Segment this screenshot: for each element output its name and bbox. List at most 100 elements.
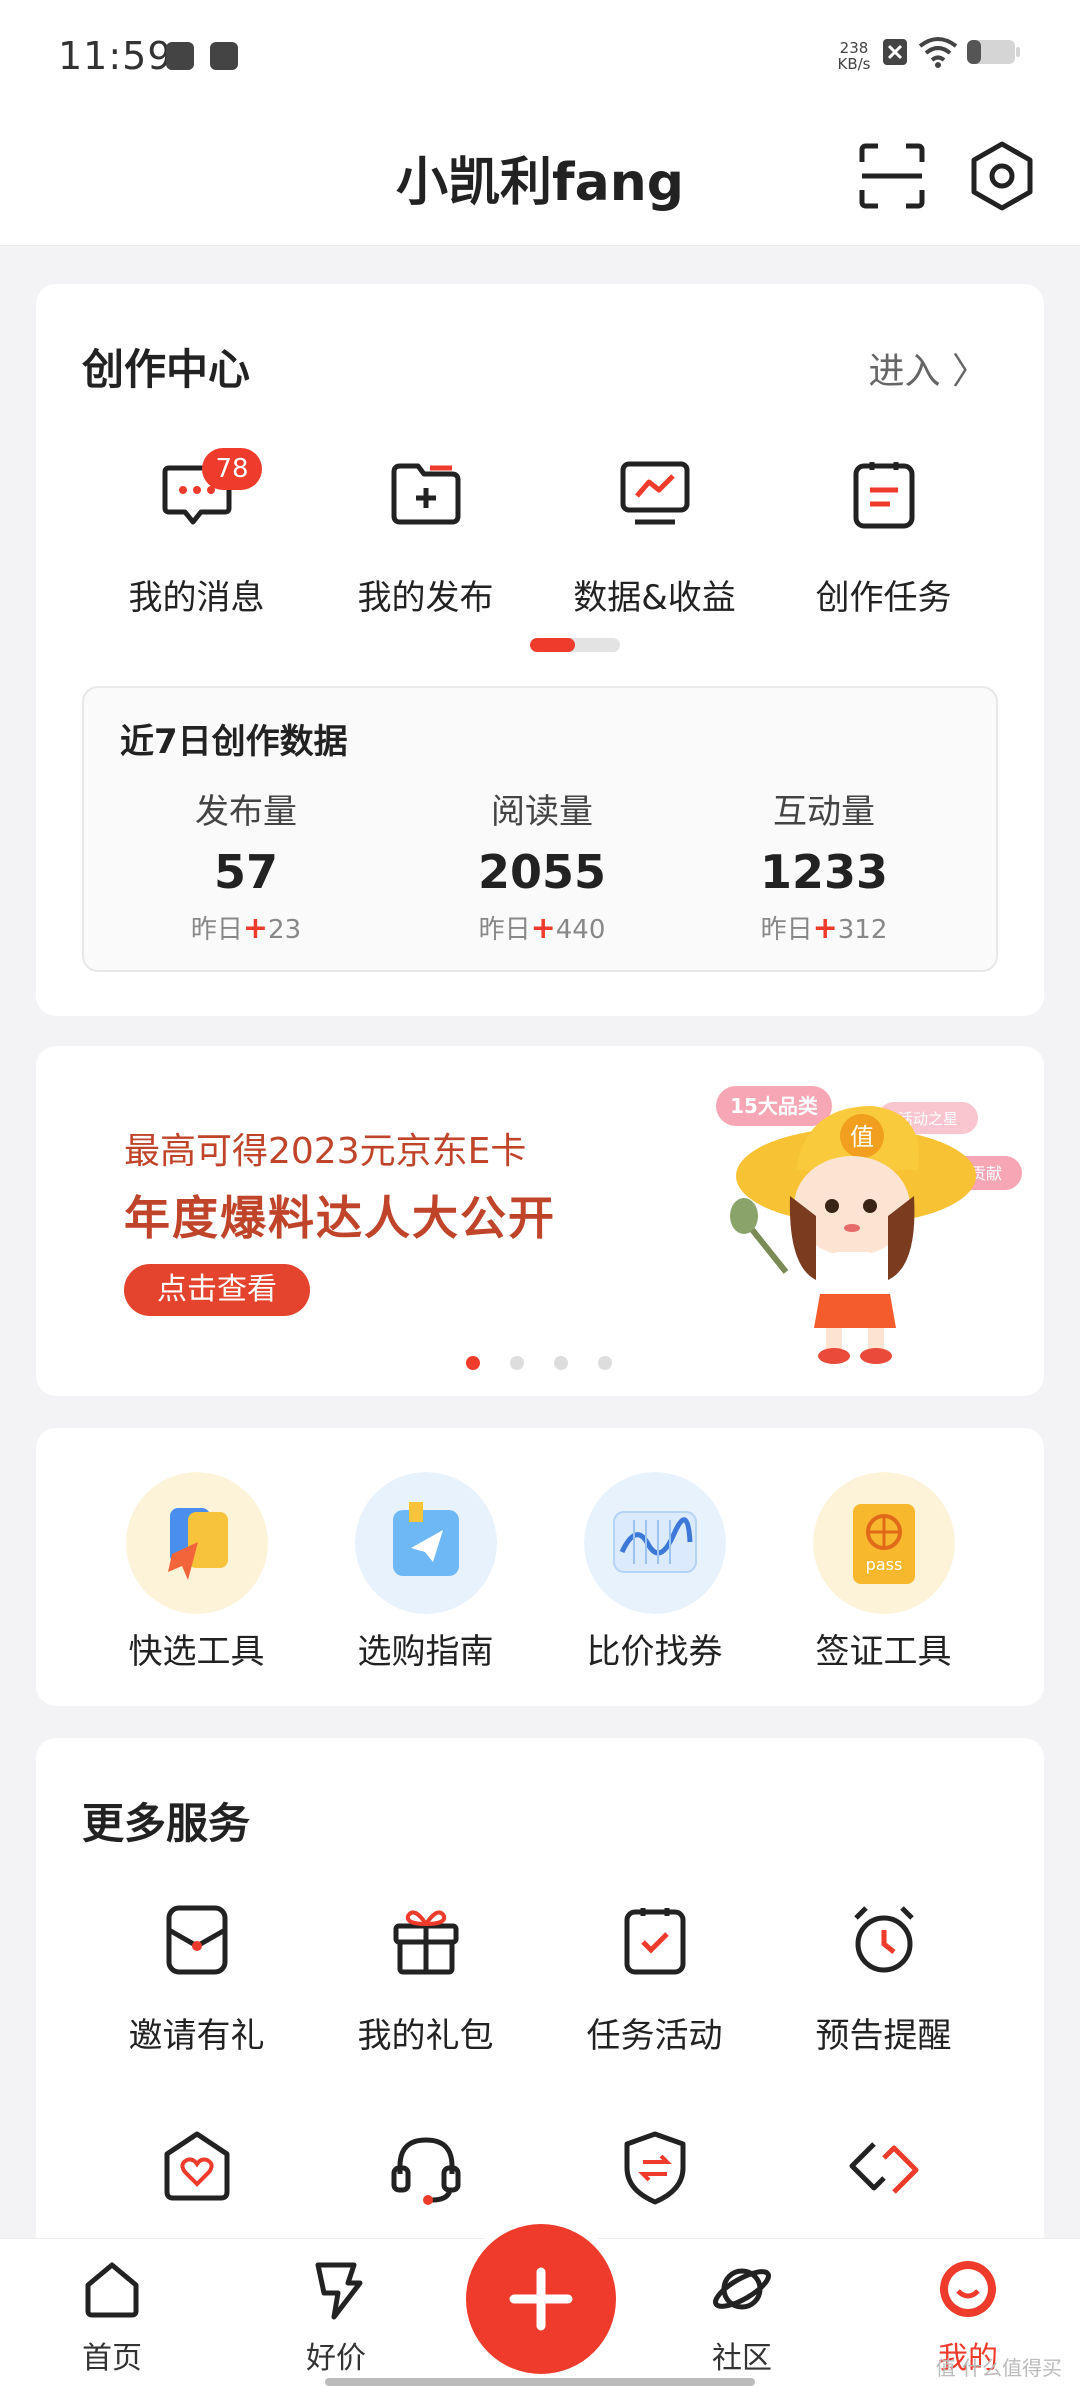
quick-select-icon xyxy=(125,1472,268,1614)
passport-icon: pass xyxy=(812,1472,955,1614)
home-icon xyxy=(85,2262,139,2318)
sim-off-icon xyxy=(883,39,907,65)
banner-subtitle: 最高可得2023元京东E卡 xyxy=(124,1131,527,1172)
my-gift-item[interactable]: 我的礼包 xyxy=(311,1900,540,2110)
more-services-title: 更多服务 xyxy=(82,1799,251,1848)
guide-icon xyxy=(354,1472,497,1614)
stat-delta: 昨日+312 xyxy=(760,911,888,946)
folder-add-icon xyxy=(391,463,460,525)
my-posts-label: 我的发布 xyxy=(357,578,494,618)
tab-community-label: 社区 xyxy=(712,2341,772,2376)
reminder-label: 预告提醒 xyxy=(815,2016,952,2056)
quick-select-label: 快选工具 xyxy=(128,1632,265,1672)
tag-categories: 15大品类 xyxy=(730,1094,818,1118)
notification-icon xyxy=(166,42,194,70)
enter-link[interactable]: 进入 〉 xyxy=(869,342,988,394)
promo-banner[interactable]: 最高可得2023元京东E卡 年度爆料达人大公开 点击查看 15大品类 活动之星 … xyxy=(36,1046,1044,1396)
net-speed-unit: KB/s xyxy=(837,55,871,73)
wifi-icon xyxy=(918,37,958,68)
tab-home-label: 首页 xyxy=(82,2341,142,2376)
banner-title: 年度爆料达人大公开 xyxy=(124,1191,556,1245)
net-speed-value: 238 xyxy=(839,39,869,57)
gear-icon[interactable] xyxy=(966,140,1038,212)
deal-icon xyxy=(315,2262,363,2320)
invite-item[interactable]: 邀请有礼 xyxy=(82,1900,311,2110)
banner-view-button[interactable]: 点击查看 xyxy=(124,1264,310,1316)
stat-delta: 昨日+23 xyxy=(190,911,302,946)
tab-community[interactable]: 社区 xyxy=(682,2257,802,2377)
stat-label: 互动量 xyxy=(773,792,875,832)
hat-text: 值 xyxy=(850,1123,874,1151)
create-post-button[interactable] xyxy=(466,2224,616,2374)
stat-value: 57 xyxy=(213,845,278,899)
banner-dot[interactable] xyxy=(598,1356,612,1370)
invite-icon xyxy=(166,1905,227,1975)
status-bar: 11:59 238 KB/s xyxy=(0,0,1080,120)
task-icon xyxy=(624,1908,685,1975)
creator-center-title: 创作中心 xyxy=(82,345,251,394)
status-time: 11:59 xyxy=(58,34,173,78)
net-speed: 238 KB/s xyxy=(832,40,876,72)
stat-label: 阅读量 xyxy=(491,792,593,832)
stat-reads: 阅读量 2055 昨日+440 xyxy=(402,784,682,946)
tools-card: 快选工具 选购指南 比价找券 pass 签证工具 xyxy=(36,1428,1044,1706)
price-compare-label: 比价找券 xyxy=(586,1632,723,1672)
clipboard-icon xyxy=(853,462,914,529)
svg-text:pass: pass xyxy=(865,1555,902,1574)
stat-posts: 发布量 57 昨日+23 xyxy=(106,784,386,946)
battery-icon xyxy=(967,40,1020,64)
visa-tool-item[interactable]: pass 签证工具 xyxy=(769,1472,998,1682)
monitor-chart-icon xyxy=(620,461,689,525)
quick-select-item[interactable]: 快选工具 xyxy=(82,1472,311,1682)
tab-deals[interactable]: 好价 xyxy=(276,2257,396,2377)
banner-dot[interactable] xyxy=(466,1356,480,1370)
stat-value: 1233 xyxy=(759,845,889,899)
creator-grid: 78 我的消息 我的发布 数据&收益 创作任务 xyxy=(82,448,998,664)
gift-icon xyxy=(393,1910,458,1975)
visa-tool-label: 签证工具 xyxy=(815,1632,952,1672)
tab-deals-label: 好价 xyxy=(306,2341,366,2376)
buying-guide-item[interactable]: 选购指南 xyxy=(311,1472,540,1682)
alarm-icon xyxy=(853,1906,914,1973)
my-messages-label: 我的消息 xyxy=(128,578,265,618)
plus-icon xyxy=(509,2267,573,2331)
banner-pagination xyxy=(466,1356,612,1370)
reminder-item[interactable]: 预告提醒 xyxy=(769,1900,998,2110)
price-compare-icon xyxy=(583,1472,726,1614)
top-header: 小凯利fang xyxy=(0,120,1080,246)
stats-title: 近7日创作数据 xyxy=(120,722,348,762)
my-posts-item[interactable]: 我的发布 xyxy=(311,454,540,664)
stat-interactions: 互动量 1233 昨日+312 xyxy=(684,784,964,946)
home-indicator[interactable] xyxy=(325,2378,755,2386)
banner-dot[interactable] xyxy=(554,1356,568,1370)
banner-dot[interactable] xyxy=(510,1356,524,1370)
creation-tasks-item[interactable]: 创作任务 xyxy=(769,454,998,664)
data-earnings-label: 数据&收益 xyxy=(573,578,736,618)
price-compare-item[interactable]: 比价找券 xyxy=(540,1472,769,1682)
shield-exchange-icon xyxy=(624,2131,685,2205)
grid-pager xyxy=(530,638,620,652)
my-gift-label: 我的礼包 xyxy=(357,2016,494,2056)
link-icon xyxy=(849,2142,918,2194)
weekly-stats-box: 近7日创作数据 发布量 57 昨日+23 阅读量 2055 昨日+440 互动量… xyxy=(82,686,998,972)
buying-guide-label: 选购指南 xyxy=(357,1632,494,1672)
task-activity-item[interactable]: 任务活动 xyxy=(540,1900,769,2110)
my-messages-item[interactable]: 78 我的消息 xyxy=(82,448,311,664)
planet-icon xyxy=(713,2268,771,2310)
headset-icon xyxy=(391,2137,460,2205)
stat-value: 2055 xyxy=(477,845,607,899)
more-services-card: 更多服务 邀请有礼 我的礼包 任务活动 预告提醒 xyxy=(36,1738,1044,2258)
creator-center-card: 创作中心 进入 〉 78 我的消息 我的发布 数据&收益 创作任务 近7日创作数… xyxy=(36,284,1044,1016)
tab-home[interactable]: 首页 xyxy=(52,2257,172,2377)
stat-delta: 昨日+440 xyxy=(478,911,606,946)
heart-home-icon xyxy=(164,2131,229,2201)
data-earnings-item[interactable]: 数据&收益 xyxy=(540,454,769,664)
task-activity-label: 任务活动 xyxy=(586,2016,723,2056)
banner-illustration: 15大品类 活动之星 标签贡献 值 xyxy=(716,1086,1022,1364)
invite-label: 邀请有礼 xyxy=(128,2016,265,2056)
services-grid: 邀请有礼 我的礼包 任务活动 预告提醒 xyxy=(82,1900,998,2110)
creation-tasks-label: 创作任务 xyxy=(815,578,952,618)
watermark: 值 什么值得买 xyxy=(935,2356,1062,2380)
tools-grid: 快选工具 选购指南 比价找券 pass 签证工具 xyxy=(82,1472,998,1682)
scan-icon[interactable] xyxy=(856,140,928,212)
